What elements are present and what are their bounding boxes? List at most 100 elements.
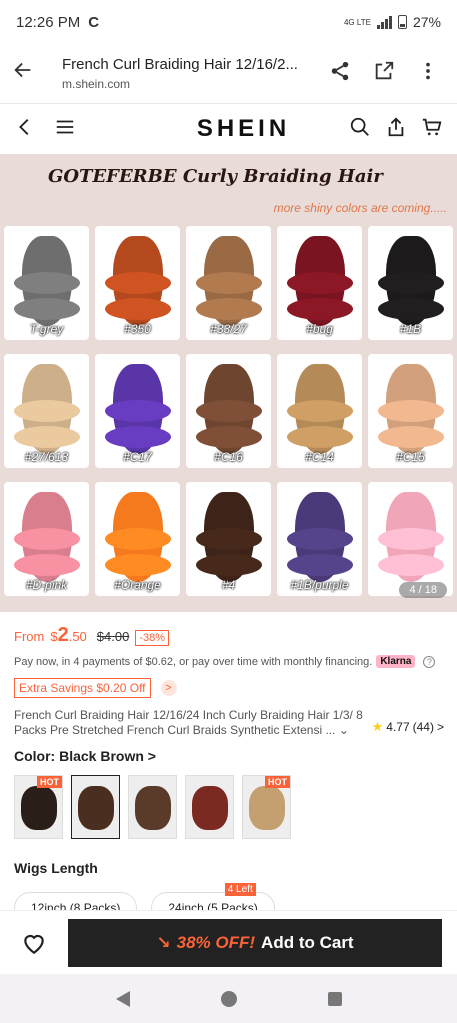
hair-swatch-image (22, 492, 72, 582)
nav-home-icon[interactable] (220, 990, 237, 1007)
add-to-cart-button[interactable]: ↘ 38% OFF! Add to Cart (68, 918, 442, 967)
swatch-label: #C14 (305, 450, 334, 464)
hair-swatch-image (386, 492, 436, 582)
color-thumb[interactable]: HOT (242, 775, 291, 839)
swatch-tile: #4 (186, 482, 271, 596)
swatch-tile: #C15 (368, 354, 453, 468)
color-thumb[interactable]: HOT (14, 775, 63, 839)
swatch-tile: #33/27 (186, 226, 271, 340)
wishlist-heart-icon[interactable] (14, 930, 54, 956)
chevron-left-icon[interactable] (14, 116, 36, 143)
banner-subtitle: more shiny colors are coming..... (273, 201, 447, 215)
nav-right (349, 116, 443, 143)
info-icon[interactable]: ? (423, 655, 436, 668)
price-cents: .50 (68, 629, 87, 644)
action-bar: ↘ 38% OFF! Add to Cart (0, 910, 457, 974)
swatch-tile: #C17 (95, 354, 180, 468)
add-to-cart-label: Add to Cart (261, 932, 354, 952)
rating-value: 4.77 (386, 719, 410, 734)
swatch-tile: T-grey (4, 226, 89, 340)
hair-swatch-image (386, 236, 436, 326)
swatch-tile: #350 (95, 226, 180, 340)
more-vert-icon[interactable] (417, 60, 439, 87)
share-upload-icon[interactable] (385, 116, 407, 143)
network-label: 4G LTE (343, 17, 371, 27)
rating[interactable]: ★ 4.77 (44) > (372, 715, 444, 738)
review-count: (44) (412, 719, 434, 734)
product-title[interactable]: French Curl Braiding Hair 12/16/24 Inch … (14, 708, 368, 738)
swatch-grid: T-grey #350 #33/27 #bug #1B #27/613 #C17 #C16 #C… (4, 226, 453, 596)
hair-swatch-image (22, 236, 72, 326)
nav-back-icon[interactable] (115, 990, 130, 1007)
color-thumb-image (21, 786, 57, 830)
title-row: French Curl Braiding Hair 12/16/24 Inch … (14, 708, 444, 738)
nav-recent-icon[interactable] (327, 991, 342, 1006)
menu-icon[interactable] (54, 116, 76, 143)
extra-savings-badge[interactable]: Extra Savings $0.20 Off (14, 678, 151, 698)
price-from-label: From (14, 629, 45, 644)
hair-swatch-image (295, 492, 345, 582)
hair-swatch-image (295, 236, 345, 326)
price-currency: $ (50, 629, 58, 644)
klarna-row: Pay now, in 4 payments of $0.62, or pay … (14, 655, 436, 668)
swatch-tile: #Orange (95, 482, 180, 596)
price-whole: 2 (57, 624, 69, 646)
shein-logo[interactable]: SHEIN (138, 115, 349, 143)
hair-swatch-image (204, 492, 254, 582)
status-left: 12:26 PM C (16, 14, 99, 31)
color-thumb-image (192, 786, 228, 830)
page-domain: m.shein.com (62, 77, 131, 91)
battery-icon (397, 15, 407, 29)
open-in-browser-icon[interactable] (373, 60, 395, 87)
back-arrow-icon[interactable] (12, 59, 42, 88)
color-thumb[interactable] (71, 775, 120, 839)
status-time: 12:26 PM (16, 13, 81, 31)
swatch-tile (368, 482, 453, 596)
shein-nav: SHEIN (0, 104, 457, 154)
battery-level: 27% (412, 14, 441, 30)
url-block[interactable]: French Curl Braiding Hair 12/16/2... m.s… (42, 56, 329, 91)
stock-left-badge: 4 Left (224, 883, 256, 896)
swatch-tile: #bug (277, 226, 362, 340)
nav-left (14, 116, 114, 143)
android-nav-bar (0, 974, 457, 1023)
cart-icon[interactable] (421, 116, 443, 143)
swatch-label: #bug (306, 322, 333, 336)
expand-icon[interactable]: ⌄ (339, 723, 349, 737)
chevron-right-icon[interactable]: > (160, 680, 177, 696)
swatch-tile: #D-pink (4, 482, 89, 596)
color-label[interactable]: Color: Black Brown > (14, 748, 156, 764)
hair-swatch-image (386, 364, 436, 454)
page-title: French Curl Braiding Hair 12/16/2... (62, 56, 298, 73)
product-image[interactable]: GOTEFERBE Curly Braiding Hair more shiny… (0, 154, 457, 612)
swatch-tile: #C14 (277, 354, 362, 468)
hair-swatch-image (295, 364, 345, 454)
swatch-label: #D-pink (25, 578, 68, 592)
swatch-tile: #1B (368, 226, 453, 340)
trend-down-icon: ↘ (156, 932, 171, 952)
price-main: $2.50 (50, 624, 86, 647)
discount-badge: -38% (135, 630, 170, 646)
hair-swatch-image (113, 236, 163, 326)
share-icon[interactable] (329, 60, 351, 87)
cart-promo-text: 38% OFF! (176, 932, 256, 952)
savings-row[interactable]: Extra Savings $0.20 Off > (14, 678, 177, 698)
swatch-label: #C17 (123, 450, 152, 464)
search-icon[interactable] (349, 116, 371, 143)
swatch-label: #1B (399, 322, 422, 336)
color-thumb[interactable] (128, 775, 177, 839)
signal-icon (376, 15, 392, 29)
swatch-label: #1B/purple (290, 578, 349, 592)
hair-swatch-image (204, 364, 254, 454)
hair-swatch-image (113, 364, 163, 454)
length-label: Wigs Length (14, 860, 98, 876)
swatch-label: #27/613 (24, 450, 69, 464)
klarna-badge: Klarna (376, 655, 416, 668)
carrier-icon: C (88, 13, 100, 31)
swatch-label: #33/27 (210, 322, 247, 336)
swatch-tile: #1B/purple (277, 482, 362, 596)
color-thumb-image (135, 786, 171, 830)
hot-badge: HOT (37, 776, 62, 788)
color-thumb-image (249, 786, 285, 830)
color-thumb[interactable] (185, 775, 234, 839)
